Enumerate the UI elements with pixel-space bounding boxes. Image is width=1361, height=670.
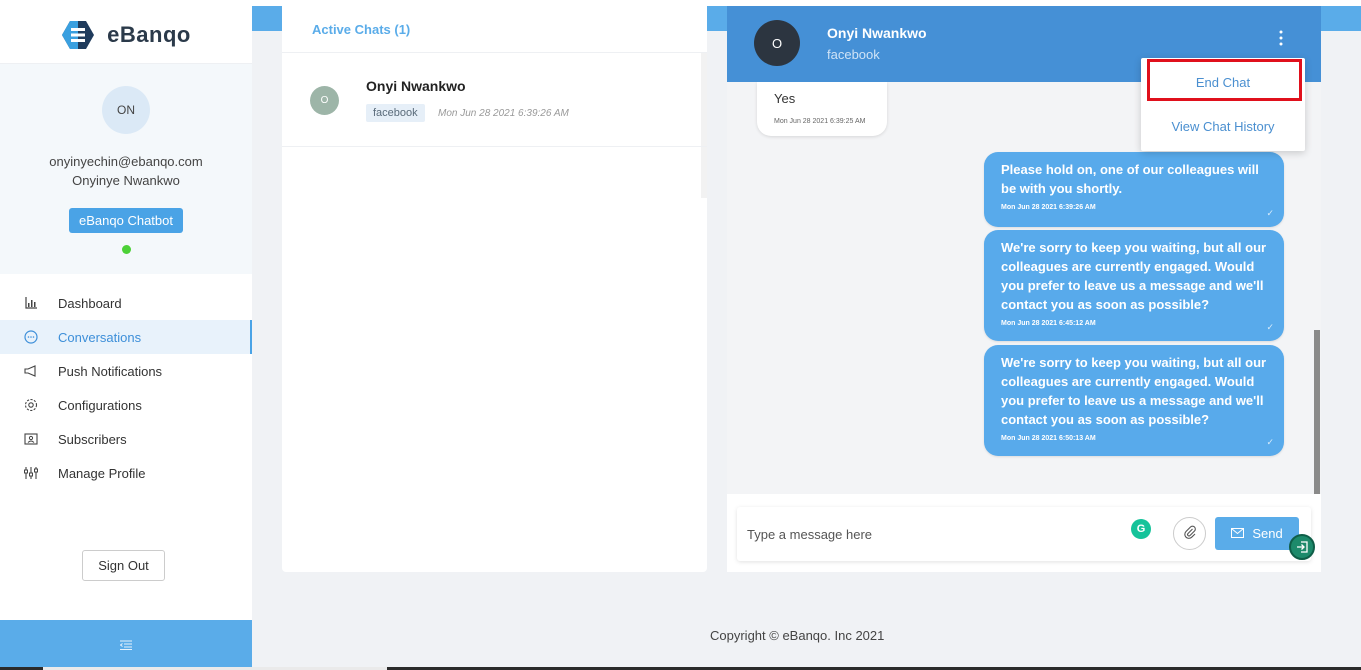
sidebar-item-dashboard[interactable]: Dashboard	[0, 286, 252, 320]
contact-name: Onyi Nwankwo	[827, 25, 927, 41]
copyright-text: Copyright © eBanqo. Inc 2021	[710, 628, 885, 643]
bar-chart-icon	[24, 296, 38, 310]
contact-card-icon	[24, 432, 38, 446]
avatar: O	[310, 86, 339, 115]
sidebar-item-label: Push Notifications	[58, 363, 163, 379]
brand-name: eBanqo	[107, 21, 191, 47]
sidebar-collapse-button[interactable]	[0, 620, 252, 670]
message-text: We're sorry to keep you waiting, but all…	[1001, 240, 1267, 312]
delivered-check-icon: ✓	[1266, 437, 1274, 447]
sidebar: eBanqo ON onyinyechin@ebanqo.com Onyinye…	[0, 0, 252, 670]
incoming-message: Yes Mon Jun 28 2021 6:39:25 AM	[757, 82, 887, 136]
chatbot-badge[interactable]: eBanqo Chatbot	[69, 208, 183, 233]
message-composer: G Send	[737, 507, 1315, 561]
outgoing-message: We're sorry to keep you waiting, but all…	[984, 230, 1284, 341]
sidebar-item-push-notifications[interactable]: Push Notifications	[0, 354, 252, 388]
sidebar-item-configurations[interactable]: Configurations	[0, 388, 252, 422]
attach-file-button[interactable]	[1173, 517, 1206, 550]
view-chat-history-menu-item[interactable]: View Chat History	[1141, 108, 1305, 144]
active-chats-title: Active Chats (1)	[282, 6, 707, 53]
more-options-icon[interactable]	[1275, 30, 1287, 46]
list-item[interactable]: O Onyi Nwankwo facebook Mon Jun 28 2021 …	[282, 53, 707, 147]
message-timestamp: Mon Jun 28 2021 6:50:13 AM	[1001, 435, 1096, 442]
end-chat-menu-item[interactable]: End Chat	[1141, 64, 1305, 100]
conversation-options-menu: End Chat View Chat History	[1141, 58, 1305, 151]
contact-channel: facebook	[827, 47, 880, 62]
sidebar-item-conversations[interactable]: Conversations	[0, 320, 252, 354]
chat-bubble-icon	[24, 330, 38, 344]
message-timestamp: Mon Jun 28 2021 6:39:25 AM	[774, 118, 866, 125]
message-text: Please hold on, one of our colleagues wi…	[1001, 162, 1259, 196]
send-button[interactable]: Send	[1215, 517, 1299, 550]
brand-logo[interactable]: eBanqo	[0, 0, 252, 64]
sidebar-item-manage-profile[interactable]: Manage Profile	[0, 456, 252, 490]
avatar: O	[754, 20, 800, 66]
chat-contact-name: Onyi Nwankwo	[366, 78, 466, 94]
collapse-menu-icon	[119, 637, 132, 653]
sign-out-button[interactable]: Sign Out	[82, 550, 165, 581]
message-timestamp: Mon Jun 28 2021 6:45:12 AM	[1001, 320, 1096, 327]
send-label: Send	[1252, 526, 1283, 541]
sidebar-item-label: Dashboard	[58, 295, 122, 311]
outgoing-message: We're sorry to keep you waiting, but all…	[984, 345, 1284, 456]
profile-card: ON onyinyechin@ebanqo.com Onyinye Nwankw…	[0, 64, 252, 274]
scrollbar-thumb[interactable]	[1314, 330, 1320, 494]
avatar[interactable]: ON	[102, 86, 150, 134]
right-gutter	[1350, 72, 1361, 670]
chat-timestamp: Mon Jun 28 2021 6:39:26 AM	[438, 108, 569, 119]
sliders-icon	[24, 466, 38, 480]
message-input[interactable]	[747, 519, 1127, 549]
top-edge	[0, 0, 1361, 6]
sidebar-item-label: Manage Profile	[58, 465, 146, 481]
channel-badge: facebook	[366, 104, 425, 122]
online-status-indicator	[121, 245, 131, 254]
grammarly-icon[interactable]: G	[1131, 519, 1151, 539]
megaphone-icon	[24, 364, 38, 378]
gear-icon	[24, 398, 38, 412]
sidebar-item-label: Subscribers	[58, 431, 127, 447]
sidebar-item-label: Configurations	[58, 397, 142, 413]
sidebar-nav: Dashboard Conversations Push Notificatio…	[0, 286, 252, 490]
paperclip-icon	[1183, 525, 1196, 542]
envelope-icon	[1231, 526, 1245, 541]
active-chats-panel: Active Chats (1) O Onyi Nwankwo facebook…	[282, 6, 707, 572]
message-text: We're sorry to keep you waiting, but all…	[1001, 355, 1267, 427]
profile-name: Onyinye Nwankwo	[72, 173, 180, 188]
delivered-check-icon: ✓	[1266, 208, 1274, 218]
sidebar-item-subscribers[interactable]: Subscribers	[0, 422, 252, 456]
extension-login-icon[interactable]	[1289, 534, 1315, 560]
outgoing-message: Please hold on, one of our colleagues wi…	[984, 152, 1284, 227]
message-text: Yes	[774, 91, 796, 106]
ebanqo-logo-icon	[61, 20, 95, 50]
message-scrollbar[interactable]	[1313, 82, 1321, 494]
profile-email: onyinyechin@ebanqo.com	[49, 154, 203, 169]
delivered-check-icon: ✓	[1266, 322, 1274, 332]
message-timestamp: Mon Jun 28 2021 6:39:26 AM	[1001, 204, 1096, 211]
sidebar-item-label: Conversations	[58, 329, 142, 345]
